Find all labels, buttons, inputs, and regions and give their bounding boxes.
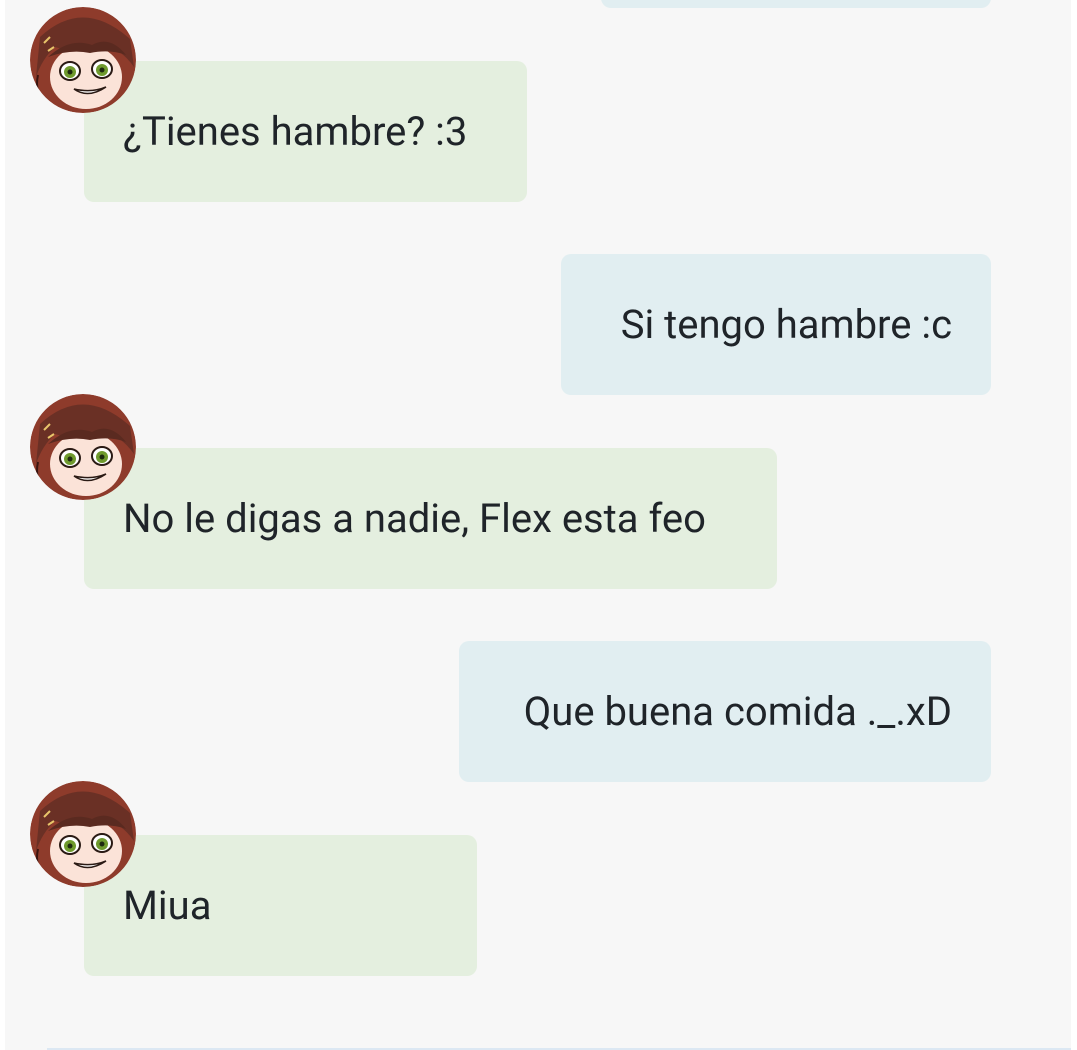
message-text: ¿Tienes hambre? :3 [123,107,468,155]
chat-message-list[interactable]: ¿Tienes hambre? :3 Si tengo hambre :c No… [5,0,1071,1050]
message-text: Si tengo hambre :c [620,300,952,348]
sender-avatar-icon[interactable] [30,7,136,113]
message-text: Que buena comida ._.xD [523,687,952,735]
message-bubble-incoming[interactable]: Miua [84,835,477,976]
sender-avatar-icon[interactable] [30,781,136,887]
message-text: No le digas a nadie, Flex esta feo [123,494,706,542]
message-bubble-outgoing[interactable]: Que buena comida ._.xD [459,641,991,782]
message-bubble-incoming[interactable]: No le digas a nadie, Flex esta feo [84,448,777,589]
sender-avatar-icon[interactable] [30,394,136,500]
message-bubble-outgoing[interactable]: Si tengo hambre :c [561,254,991,395]
message-bubble-incoming[interactable]: ¿Tienes hambre? :3 [84,61,527,202]
message-text: Miua [123,881,212,929]
message-bubble-outgoing-partial[interactable] [601,0,991,8]
